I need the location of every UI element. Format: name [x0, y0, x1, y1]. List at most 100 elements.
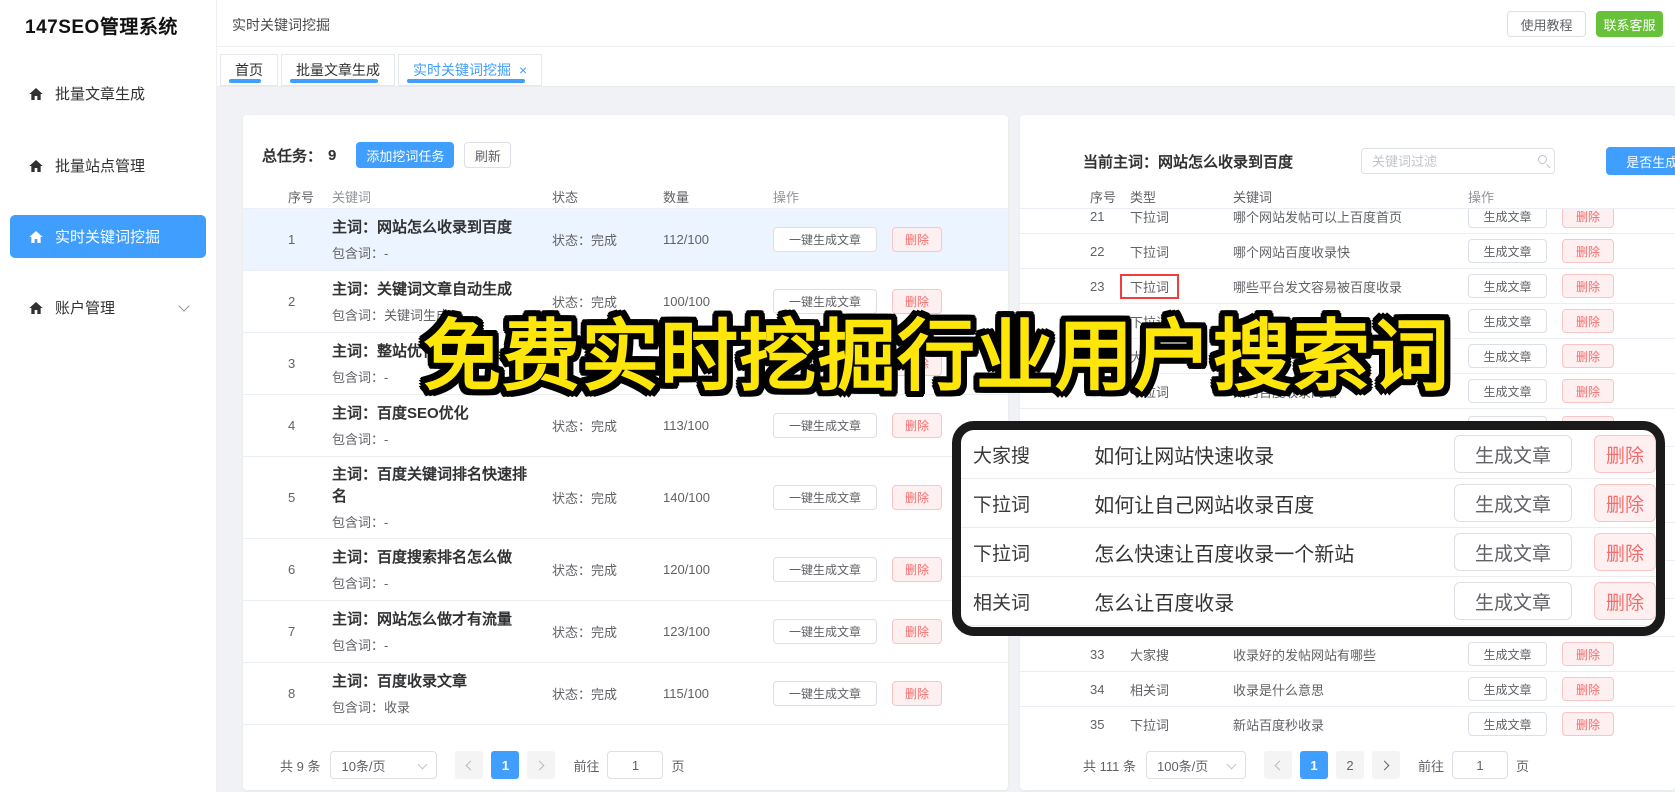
row-index: 5	[288, 490, 296, 505]
row-index: 1	[288, 232, 296, 247]
refresh-button[interactable]: 刷新	[464, 142, 512, 168]
sidebar-item-account[interactable]: 账户管理	[10, 286, 206, 329]
page-button-1[interactable]: 1	[1299, 751, 1328, 779]
page-size-select[interactable]: 10条/页	[330, 751, 438, 779]
generate-article-button[interactable]: 生成文章	[1468, 309, 1547, 333]
delete-button[interactable]: 删除	[892, 485, 942, 510]
page-size-select[interactable]: 100条/页	[1145, 751, 1246, 779]
delete-button[interactable]: 删除	[1562, 344, 1614, 368]
row-status: 状态：完成	[552, 625, 618, 640]
callout-row: 相关词 怎么让百度收录 生成文章 删除	[961, 577, 1656, 626]
sidebar-item-label: 账户管理	[55, 300, 116, 317]
delete-button[interactable]: 删除	[1562, 209, 1614, 228]
tutorial-button[interactable]: 使用教程	[1507, 11, 1586, 37]
tab-realtime-keyword[interactable]: 实时关键词挖掘 ×	[398, 54, 543, 86]
delete-button[interactable]: 删除	[892, 681, 942, 706]
page-button-1[interactable]: 1	[491, 751, 520, 779]
delete-button[interactable]: 删除	[1562, 712, 1614, 736]
goto-page-input[interactable]	[607, 751, 664, 779]
table-row[interactable]: 5 主词：百度关键词排名快速排名 包含词：- 状态：完成 140/100 一键生成…	[243, 457, 1008, 539]
generate-article-button[interactable]: 生成文章	[1468, 642, 1547, 666]
row-type: 下拉词	[1130, 717, 1170, 733]
delete-button[interactable]: 删除	[892, 413, 942, 438]
prev-page-button[interactable]	[1263, 751, 1292, 779]
row-keyword: 怎么让百度收录	[1094, 592, 1235, 615]
delete-button[interactable]: 删除	[1562, 239, 1614, 263]
table-row: 21 下拉词 哪个网站发帖可以上百度首页 生成文章 删除	[1020, 209, 1675, 234]
search-icon	[1538, 155, 1547, 164]
generate-article-button[interactable]: 一键生成文章	[773, 619, 877, 644]
row-type: 下拉词	[1130, 244, 1170, 260]
goto-page-input[interactable]	[1452, 751, 1508, 779]
callout-row: 下拉词 如何让自己网站收录百度 生成文章 删除	[961, 479, 1656, 528]
row-keyword: 主词：网站怎么收录到百度	[332, 218, 513, 236]
keyword-table-header: 序号 类型 关键词 操作	[1020, 185, 1675, 209]
delete-button[interactable]: 删除	[1562, 274, 1614, 298]
page-button-2[interactable]: 2	[1335, 751, 1364, 779]
row-status: 状态：完成	[552, 491, 618, 506]
zoom-callout: 大家搜 如何让网站快速收录 生成文章 删除 下拉词 如何让自己网站收录百度 生成文…	[952, 421, 1665, 636]
contact-support-button[interactable]: 联系客服	[1596, 11, 1663, 37]
generate-article-button[interactable]: 一键生成文章	[773, 557, 877, 582]
table-row[interactable]: 1 主词：网站怎么收录到百度 包含词：- 状态：完成 112/100 一键生成文章…	[243, 209, 1008, 271]
generate-article-button: 生成文章	[1454, 435, 1572, 473]
home-icon	[29, 87, 43, 100]
generate-article-button[interactable]: 一键生成文章	[773, 485, 877, 510]
column-index: 序号	[288, 190, 315, 205]
row-index: 6	[288, 562, 296, 577]
next-page-button[interactable]	[1371, 751, 1400, 779]
page-size-value: 10条/页	[341, 758, 386, 774]
delete-button: 删除	[1594, 435, 1656, 473]
generate-article-button[interactable]: 一键生成文章	[773, 413, 877, 438]
delete-button: 删除	[1594, 484, 1656, 522]
generate-article-button[interactable]: 生成文章	[1468, 274, 1547, 298]
close-icon[interactable]: ×	[519, 62, 527, 78]
delete-button: 删除	[1594, 582, 1656, 620]
sidebar: 147SEO管理系统 批量文章生成 批量站点管理 实时关键词挖掘 账户管理	[0, 0, 217, 792]
delete-button[interactable]: 删除	[1562, 677, 1614, 701]
row-keyword: 新站百度秒收录	[1233, 717, 1325, 733]
generate-article-button[interactable]: 生成文章	[1468, 712, 1547, 736]
column-count: 数量	[663, 190, 690, 205]
generate-article-button[interactable]: 生成文章	[1468, 209, 1547, 228]
generate-article-button[interactable]: 生成文章	[1468, 379, 1547, 403]
table-row[interactable]: 7 主词：网站怎么做才有流量 包含词：- 状态：完成 123/100 一键生成文章…	[243, 601, 1008, 663]
generate-article-button[interactable]: 生成文章	[1468, 239, 1547, 263]
generate-article-button[interactable]: 生成文章	[1468, 344, 1547, 368]
generate-article-button[interactable]: 一键生成文章	[773, 681, 877, 706]
add-task-button[interactable]: 添加挖词任务	[356, 142, 455, 168]
task-panel: 总任务： 9 添加挖词任务 刷新 序号 关键词 状态 数量 操作 1 主词：网站…	[243, 115, 1008, 790]
sidebar-item-batch-site[interactable]: 批量站点管理	[10, 144, 206, 187]
generate-article-button[interactable]: 一键生成文章	[773, 227, 877, 252]
row-count: 120/100	[663, 562, 710, 577]
tab-home[interactable]: 首页	[220, 54, 278, 86]
generate-all-button[interactable]: 是否生成:全部	[1606, 147, 1675, 175]
next-page-button[interactable]	[527, 751, 556, 779]
tab-batch-article[interactable]: 批量文章生成	[281, 54, 395, 86]
total-tasks-value: 9	[328, 146, 337, 164]
row-include: 包含词：-	[332, 638, 389, 654]
delete-button[interactable]: 删除	[892, 557, 942, 582]
delete-button[interactable]: 删除	[892, 619, 942, 644]
table-row[interactable]: 8 主词：百度收录文章 包含词：收录 状态：完成 115/100 一键生成文章 删除	[243, 663, 1008, 725]
generate-article-button: 生成文章	[1454, 484, 1572, 522]
task-table-header: 序号 关键词 状态 数量 操作	[243, 185, 1008, 209]
delete-button[interactable]: 删除	[1562, 642, 1614, 666]
row-include: 包含词：-	[332, 515, 389, 531]
sidebar-item-realtime-keyword[interactable]: 实时关键词挖掘	[10, 215, 206, 258]
current-main-keyword: 当前主词：网站怎么收录到百度	[1083, 153, 1294, 171]
delete-button[interactable]: 删除	[1562, 379, 1614, 403]
keyword-filter-input[interactable]	[1361, 148, 1555, 174]
table-row: 34 相关词 收录是什么意思 生成文章 删除	[1020, 672, 1675, 707]
table-row[interactable]: 6 主词：百度搜索排名怎么做 包含词：- 状态：完成 120/100 一键生成文章…	[243, 539, 1008, 601]
sidebar-item-batch-article[interactable]: 批量文章生成	[10, 72, 206, 115]
row-index: 4	[288, 418, 296, 433]
row-status: 状态：完成	[552, 687, 618, 702]
row-keyword: 主词：百度收录文章	[332, 672, 468, 690]
delete-button[interactable]: 删除	[1562, 309, 1614, 333]
tab-label: 首页	[235, 62, 263, 78]
prev-page-button[interactable]	[455, 751, 484, 779]
generate-article-button[interactable]: 生成文章	[1468, 677, 1547, 701]
row-index: 3	[288, 356, 296, 371]
delete-button[interactable]: 删除	[892, 227, 942, 252]
